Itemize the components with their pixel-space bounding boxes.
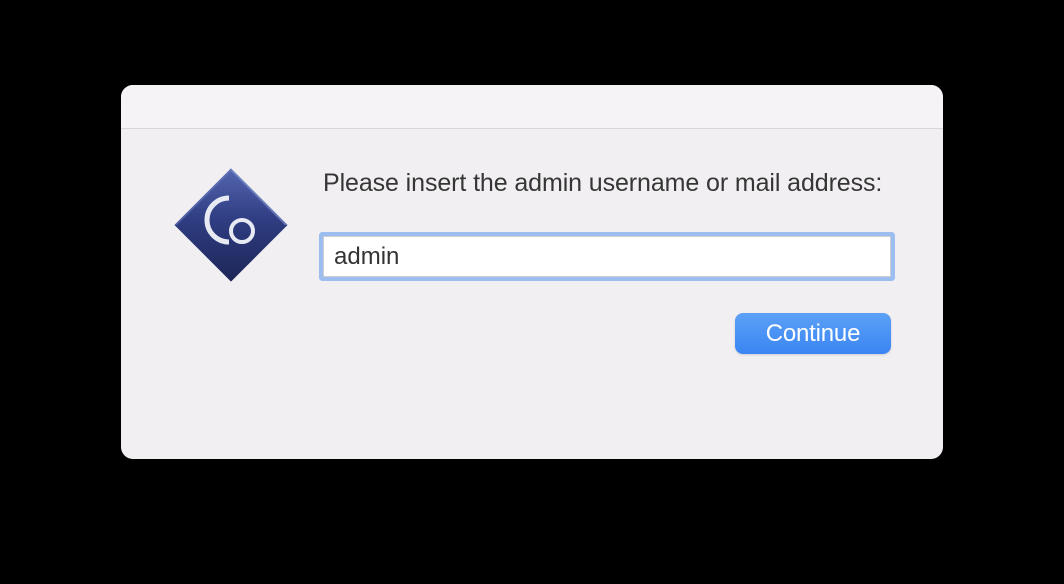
button-row: Continue — [323, 313, 891, 354]
prompt-label: Please insert the admin username or mail… — [323, 167, 891, 200]
username-input-wrap — [323, 236, 891, 277]
admin-login-dialog: Please insert the admin username or mail… — [121, 85, 943, 459]
titlebar — [121, 85, 943, 129]
dialog-content: Please insert the admin username or mail… — [121, 129, 943, 386]
username-input[interactable] — [323, 236, 891, 277]
app-icon — [173, 167, 289, 283]
dialog-main: Please insert the admin username or mail… — [323, 167, 891, 354]
continue-button[interactable]: Continue — [735, 313, 891, 354]
